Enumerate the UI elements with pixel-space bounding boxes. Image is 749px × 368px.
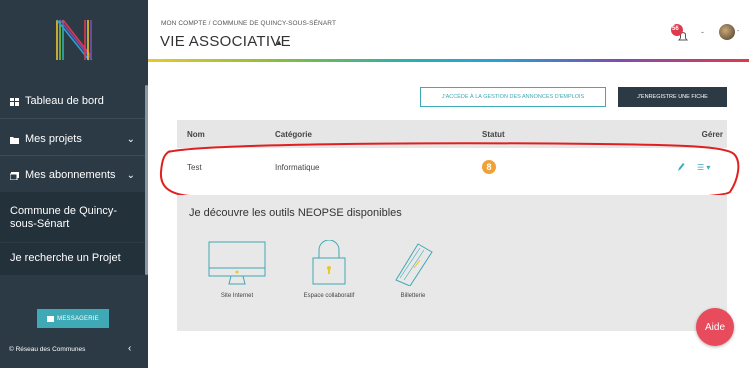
chevron-down-icon: ⌄ (126, 133, 135, 145)
header-gradient-divider (148, 59, 749, 62)
pencil-icon[interactable] (677, 162, 685, 172)
logo[interactable] (0, 0, 148, 80)
table-header: Nom Catégorie Statut Gérer (177, 120, 727, 148)
emploi-button[interactable]: J'ACCÈDE À LA GESTION DES ANNONCES D'EMP… (420, 87, 606, 107)
monitor-icon (208, 241, 266, 285)
dashboard-icon (10, 97, 20, 106)
tool-label: Billetterie (400, 293, 426, 299)
outils-panel: Je découvre les outils NEOPSE disponible… (177, 195, 727, 331)
cell-categorie: Informatique (275, 163, 320, 172)
caret-up-icon[interactable]: ▲ (275, 38, 283, 47)
footer-copyright: © Réseau des Communes (9, 346, 86, 353)
tool-billetterie[interactable]: Billetterie (383, 240, 443, 299)
notification-count: 56 (672, 26, 679, 32)
page-title[interactable]: VIE ASSOCIATIVE (160, 33, 291, 50)
column-categorie[interactable]: Catégorie (275, 130, 312, 139)
column-gerer: Gérer (701, 130, 723, 139)
tool-espace-collaboratif[interactable]: Espace collaboratif (289, 239, 369, 299)
list-menu-icon[interactable]: ☰ ▾ (697, 163, 710, 172)
column-nom[interactable]: Nom (187, 130, 205, 139)
lock-icon (312, 239, 346, 285)
sidebar-item-label: Tableau de bord (25, 95, 104, 107)
subscriptions-icon (9, 171, 20, 181)
breadcrumb: MON COMPTE / COMMUNE DE QUINCY-SOUS-SÉNA… (161, 20, 337, 27)
sidebar: Tableau de bord Mes projets ⌄ Mes abonne… (0, 0, 148, 368)
table-row[interactable]: Test Informatique 8 ☰ ▾ (177, 152, 727, 184)
cell-nom: Test (187, 163, 202, 172)
outils-title: Je découvre les outils NEOPSE disponible… (189, 207, 402, 219)
avatar[interactable] (719, 24, 735, 40)
tool-label: Site Internet (220, 293, 254, 299)
collapse-sidebar-icon[interactable]: ‹ (128, 343, 131, 354)
sidebar-item-label: Mes abonnements (25, 169, 116, 181)
sidebar-item-label: Mes projets (25, 133, 82, 145)
sidebar-item-mes-abonnements[interactable]: Mes abonnements ⌄ (0, 167, 145, 183)
ticket-icon (395, 243, 433, 287)
sidebar-item-tableau-de-bord[interactable]: Tableau de bord (0, 93, 145, 109)
sidebar-item-projet[interactable]: Je recherche un Projet (0, 243, 145, 275)
tool-site-internet[interactable]: Site Internet (207, 240, 267, 299)
column-statut[interactable]: Statut (482, 130, 505, 139)
divider (0, 155, 145, 156)
sidebar-item-mes-projets[interactable]: Mes projets ⌄ (0, 131, 145, 147)
sidebar-item-commune[interactable]: Commune de Quincy-sous-Sénart (0, 192, 145, 242)
tool-label: Espace collaboratif (303, 293, 355, 299)
messagerie-button[interactable]: MESSAGERIE (37, 309, 109, 328)
message-icon (47, 315, 55, 322)
caret-down-icon[interactable]: - (737, 28, 739, 35)
notification-bell[interactable]: 56 (670, 23, 694, 43)
chevron-down-icon: ⌄ (126, 169, 135, 181)
status-badge: 8 (482, 160, 496, 174)
messagerie-label: MESSAGERIE (57, 315, 99, 322)
caret-down-icon[interactable]: - (701, 27, 704, 37)
aide-button[interactable]: Aide (696, 308, 734, 346)
enregistrer-fiche-button[interactable]: J'ENREGISTRE UNE FICHE (618, 87, 727, 107)
sidebar-scrollbar[interactable] (145, 85, 148, 275)
neopse-logo-icon (56, 19, 93, 61)
folder-icon (10, 135, 20, 144)
divider (0, 118, 145, 119)
